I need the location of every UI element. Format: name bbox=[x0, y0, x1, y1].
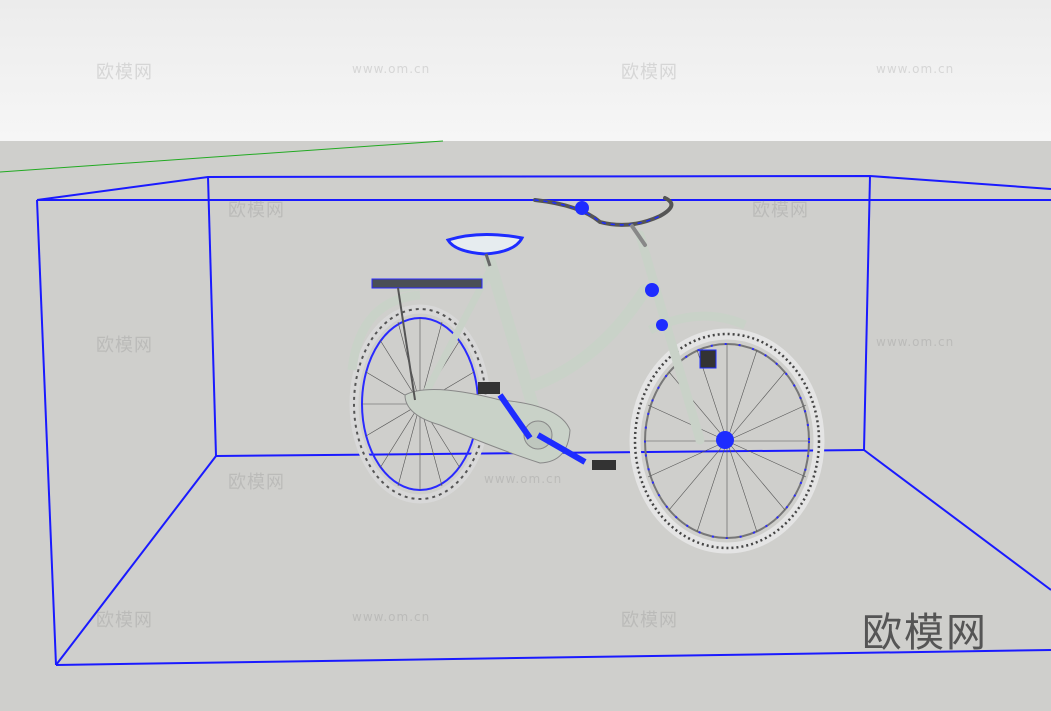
watermark-brand: 欧模网 bbox=[621, 62, 678, 83]
watermark-url: www.om.cn bbox=[876, 335, 955, 349]
front-wheel[interactable] bbox=[629, 328, 825, 554]
brand-logo-text: 欧模网 bbox=[862, 610, 988, 656]
green-axis-line bbox=[0, 140, 444, 173]
bicycle-model[interactable] bbox=[347, 196, 825, 554]
sketchup-viewport[interactable]: 欧模网 www.om.cn 欧模网 www.om.cn 欧模网 欧模网 欧模网 … bbox=[0, 0, 1051, 711]
watermark-url: www.om.cn bbox=[352, 610, 431, 624]
watermark-url: www.om.cn bbox=[876, 62, 955, 76]
watermark-brand: 欧模网 bbox=[228, 200, 285, 221]
watermark-brand: 欧模网 bbox=[621, 610, 678, 631]
watermark-brand: 欧模网 bbox=[96, 335, 153, 356]
watermark-brand: 欧模网 bbox=[752, 200, 809, 221]
watermark-url: www.om.cn bbox=[352, 62, 431, 76]
watermark-brand: 欧模网 bbox=[96, 610, 153, 631]
watermark-brand: 欧模网 bbox=[228, 472, 285, 493]
watermark-url: www.om.cn bbox=[484, 472, 563, 486]
watermark-brand: 欧模网 bbox=[96, 62, 153, 83]
